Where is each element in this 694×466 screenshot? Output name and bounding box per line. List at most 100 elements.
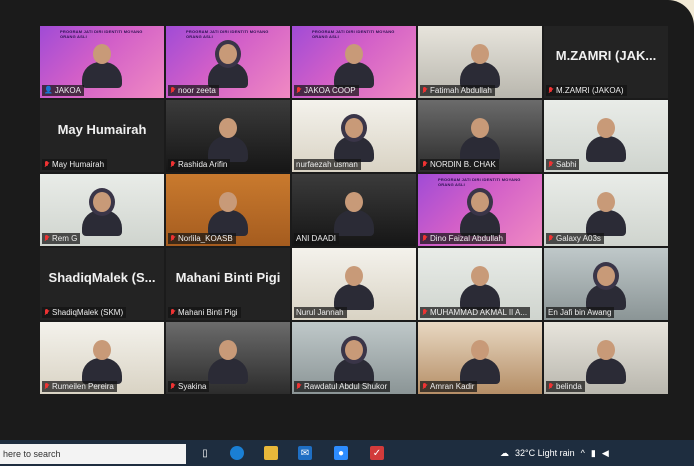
- participant-avatar: [460, 192, 500, 236]
- participant-tile[interactable]: NORDIN B. CHAK: [418, 100, 542, 172]
- network-icon[interactable]: ▮: [591, 446, 596, 460]
- participant-name-label: ShadiqMalek (SKM): [42, 307, 127, 318]
- participant-name-card: ShadiqMalek (S...: [48, 270, 156, 285]
- task-view-icon[interactable]: ▯: [198, 446, 212, 460]
- participant-tile[interactable]: Rumeilen Pereira: [40, 322, 164, 394]
- participant-avatar: [208, 44, 248, 88]
- participant-tile[interactable]: Rawdatul Abdul Shukor: [292, 322, 416, 394]
- participant-name: Fatimah Abdullah: [430, 86, 492, 95]
- avatar-head: [219, 44, 237, 64]
- volume-icon[interactable]: ◀: [602, 446, 609, 460]
- participant-tile[interactable]: PROGRAM JATI DIRI IDENTITI MOYANG ORANG …: [166, 26, 290, 98]
- participant-name-label: 👤 JAKOA: [42, 85, 84, 96]
- participant-tile[interactable]: ANI DAADI: [292, 174, 416, 246]
- participant-tile[interactable]: Fatimah Abdullah: [418, 26, 542, 98]
- participant-tile[interactable]: Sabhi: [544, 100, 668, 172]
- avatar-head: [345, 192, 363, 212]
- mail-icon[interactable]: ✉: [298, 446, 312, 460]
- participant-avatar: [208, 340, 248, 384]
- virtual-background-banner-text: PROGRAM JATI DIRI IDENTITI MOYANG ORANG …: [312, 29, 395, 39]
- avatar-head: [219, 192, 237, 212]
- participant-name: JAKOA: [54, 86, 81, 95]
- muted-mic-icon: [170, 308, 176, 317]
- participant-name: Rumeilen Pereira: [52, 382, 114, 391]
- muted-mic-icon: [548, 382, 554, 391]
- participant-tile[interactable]: Galaxy A03s: [544, 174, 668, 246]
- participant-tile[interactable]: Rashida Arifin: [166, 100, 290, 172]
- participant-tile[interactable]: PROGRAM JATI DIRI IDENTITI MOYANG ORANG …: [418, 174, 542, 246]
- avatar-head: [471, 340, 489, 360]
- edge-icon[interactable]: [230, 446, 244, 460]
- avatar-body: [586, 358, 626, 384]
- participant-name-label: Rumeilen Pereira: [42, 381, 117, 392]
- avatar-head: [471, 44, 489, 64]
- participant-tile[interactable]: Syakina: [166, 322, 290, 394]
- avatar-body: [208, 358, 248, 384]
- avatar-head: [471, 118, 489, 138]
- avatar-head: [345, 118, 363, 138]
- participant-name-label: Rashida Arifin: [168, 159, 231, 170]
- weather-text[interactable]: 32°C Light rain: [515, 446, 575, 460]
- muted-mic-icon: [44, 382, 50, 391]
- participant-tile[interactable]: Rem G: [40, 174, 164, 246]
- zoom-icon[interactable]: ●: [334, 446, 348, 460]
- participant-name: Sabhi: [556, 160, 577, 169]
- participant-tile[interactable]: Amran Kadir: [418, 322, 542, 394]
- participant-avatar: [334, 266, 374, 310]
- app-icon[interactable]: ✓: [370, 446, 384, 460]
- participant-name-label: nurfaezah usman: [294, 159, 361, 170]
- participant-avatar: [334, 44, 374, 88]
- participant-tile[interactable]: En Jafi bin Awang: [544, 248, 668, 320]
- participant-name: MUHAMMAD AKMAL II A...: [430, 308, 528, 317]
- file-explorer-icon[interactable]: [264, 446, 278, 460]
- participant-avatar: [82, 44, 122, 88]
- participant-name-label: Sabhi: [546, 159, 580, 170]
- participant-name-card: Mahani Binti Pigi: [175, 270, 281, 285]
- participant-name-card: May Humairah: [57, 122, 147, 137]
- participant-avatar: [208, 118, 248, 162]
- participant-tile[interactable]: M.ZAMRI (JAK... M.ZAMRI (JAKOA): [544, 26, 668, 98]
- participant-name-label: noor zeeta: [168, 85, 219, 96]
- participant-name: Rashida Arifin: [178, 160, 228, 169]
- muted-mic-icon: [44, 160, 50, 169]
- avatar-body: [82, 210, 122, 236]
- participant-tile[interactable]: PROGRAM JATI DIRI IDENTITI MOYANG ORANG …: [40, 26, 164, 98]
- participant-name: En Jafi bin Awang: [548, 308, 612, 317]
- participant-tile[interactable]: nurfaezah usman: [292, 100, 416, 172]
- participant-name: Galaxy A03s: [556, 234, 601, 243]
- participant-avatar: [460, 44, 500, 88]
- avatar-head: [93, 44, 111, 64]
- participant-avatar: [586, 118, 626, 162]
- taskbar-search-input[interactable]: here to search: [0, 444, 186, 464]
- muted-mic-icon: [170, 86, 176, 95]
- participant-name-label: Rem G: [42, 233, 81, 244]
- participant-name: Dino Faizal Abdullah: [430, 234, 503, 243]
- participant-tile[interactable]: PROGRAM JATI DIRI IDENTITI MOYANG ORANG …: [292, 26, 416, 98]
- participant-avatar: [334, 118, 374, 162]
- participant-avatar: [586, 340, 626, 384]
- participant-tile[interactable]: MUHAMMAD AKMAL II A...: [418, 248, 542, 320]
- participant-tile[interactable]: Norlila_KOASB: [166, 174, 290, 246]
- avatar-head: [597, 118, 615, 138]
- avatar-head: [219, 340, 237, 360]
- muted-mic-icon: [296, 382, 302, 391]
- participant-tile[interactable]: belinda: [544, 322, 668, 394]
- participant-name-label: M.ZAMRI (JAKOA): [546, 85, 627, 96]
- participant-tile[interactable]: ShadiqMalek (S... ShadiqMalek (SKM): [40, 248, 164, 320]
- participant-tile[interactable]: Nurul Jannah: [292, 248, 416, 320]
- avatar-head: [345, 340, 363, 360]
- participant-name-label: Amran Kadir: [420, 381, 478, 392]
- avatar-body: [334, 210, 374, 236]
- participant-name-label: Rawdatul Abdul Shukor: [294, 381, 391, 392]
- chevron-up-icon[interactable]: ^: [581, 446, 585, 460]
- muted-mic-icon: [422, 160, 428, 169]
- participant-name-label: JAKOA COOP: [294, 85, 359, 96]
- participant-tile[interactable]: Mahani Binti Pigi Mahani Binti Pigi: [166, 248, 290, 320]
- muted-mic-icon: [422, 308, 428, 317]
- muted-mic-icon: [422, 86, 428, 95]
- weather-icon: ☁: [500, 448, 509, 458]
- participant-avatar: [586, 192, 626, 236]
- participant-name-label: Galaxy A03s: [546, 233, 604, 244]
- participant-tile[interactable]: May Humairah May Humairah: [40, 100, 164, 172]
- participant-avatar: [82, 192, 122, 236]
